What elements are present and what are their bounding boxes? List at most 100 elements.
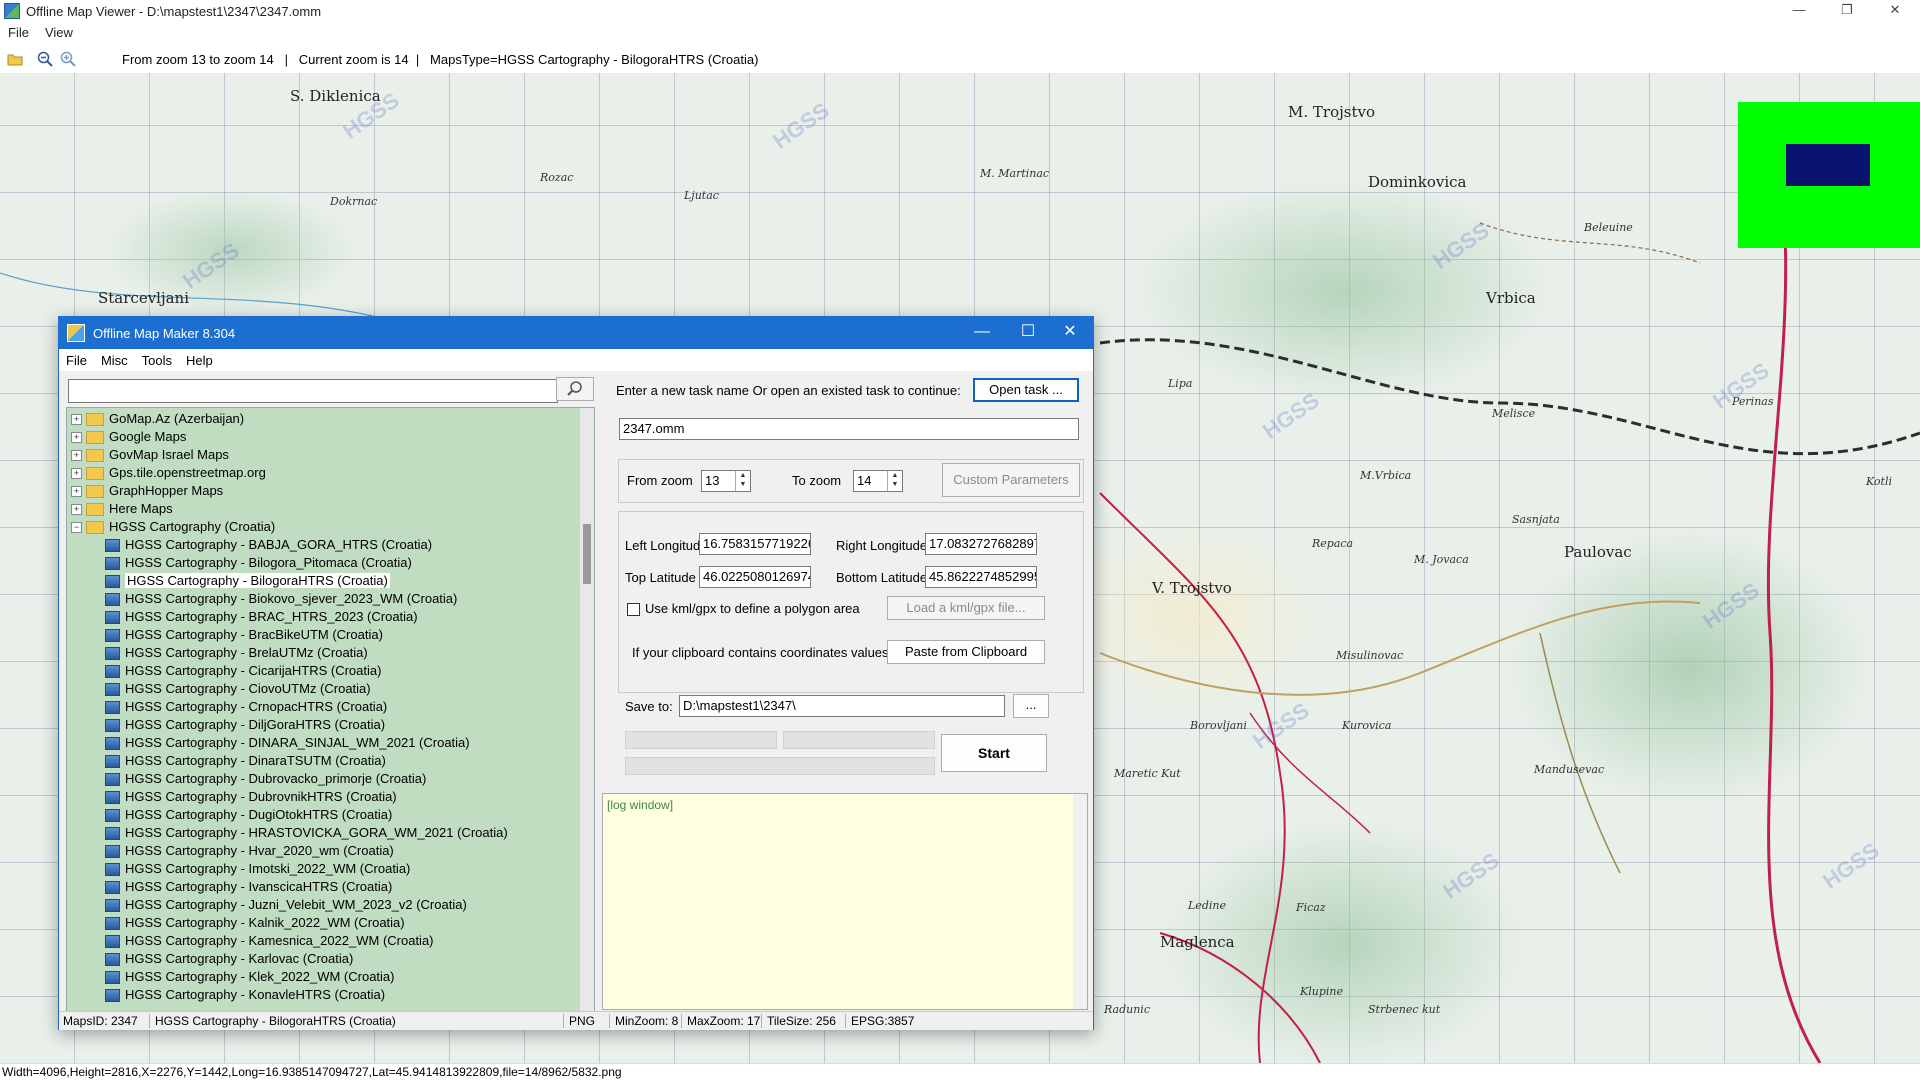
dialog-menu-misc[interactable]: Misc	[94, 353, 135, 368]
tree-folder[interactable]: + Here Maps	[71, 500, 173, 518]
tree-map-item[interactable]: HGSS Cartography - Biokovo_sjever_2023_W…	[105, 590, 457, 608]
left-longitude-field[interactable]: 16.7583157719226	[699, 533, 811, 555]
tree-map-item[interactable]: HGSS Cartography - CiovoUTMz (Croatia)	[105, 680, 371, 698]
tree-map-item[interactable]: HGSS Cartography - Kalnik_2022_WM (Croat…	[105, 914, 405, 932]
menu-file[interactable]: File	[0, 25, 37, 40]
bottom-latitude-field[interactable]: 45.8622274852995	[925, 566, 1037, 588]
tree-map-item[interactable]: HGSS Cartography - DiljGoraHTRS (Croatia…	[105, 716, 385, 734]
map-label: Sasnjata	[1512, 513, 1560, 526]
expand-icon[interactable]: +	[71, 450, 82, 462]
tree-map-item[interactable]: HGSS Cartography - Hvar_2020_wm (Croatia…	[105, 842, 394, 860]
overview-minimap[interactable]	[1738, 102, 1920, 248]
map-tile-icon	[105, 917, 120, 931]
from-zoom-spinner[interactable]: 13 ▲ ▼	[701, 470, 751, 492]
tree-map-item[interactable]: HGSS Cartography - Kamesnica_2022_WM (Cr…	[105, 932, 434, 950]
collapse-icon[interactable]: −	[71, 522, 82, 534]
tree-folder[interactable]: + Google Maps	[71, 428, 186, 446]
paste-clipboard-button[interactable]: Paste from Clipboard	[887, 640, 1045, 664]
tree-map-item[interactable]: HGSS Cartography - DugiOtokHTRS (Croatia…	[105, 806, 392, 824]
progress-bar-2	[783, 731, 935, 749]
overview-viewport[interactable]	[1786, 144, 1870, 186]
expand-icon[interactable]: +	[71, 414, 82, 426]
tree-map-item-label: HGSS Cartography - DinaraTSUTM (Croatia)	[125, 753, 386, 768]
right-longitude-field[interactable]: 17.0832727682897	[925, 533, 1037, 555]
map-tile-icon	[105, 629, 120, 643]
open-task-button[interactable]: Open task ...	[973, 378, 1079, 402]
log-scrollbar[interactable]	[1073, 794, 1087, 1009]
tree-map-item[interactable]: HGSS Cartography - Imotski_2022_WM (Croa…	[105, 860, 410, 878]
tree-map-item-label: HGSS Cartography - Juzni_Velebit_WM_2023…	[125, 897, 467, 912]
tree-map-item[interactable]: HGSS Cartography - Juzni_Velebit_WM_2023…	[105, 896, 467, 914]
map-label: Starcevljani	[98, 289, 190, 307]
map-label: Kotli	[1866, 475, 1893, 488]
top-latitude-field[interactable]: 46.0225080126974	[699, 566, 811, 588]
map-search-input[interactable]	[68, 379, 558, 403]
tree-folder[interactable]: + GraphHopper Maps	[71, 482, 223, 500]
zoom-out-icon[interactable]	[37, 51, 53, 67]
tree-folder[interactable]: + GoMap.Az (Azerbaijan)	[71, 410, 244, 428]
tree-map-item[interactable]: HGSS Cartography - Klek_2022_WM (Croatia…	[105, 968, 395, 986]
to-zoom-spinner[interactable]: 14 ▲ ▼	[853, 470, 903, 492]
tree-map-item[interactable]: HGSS Cartography - BrelaUTMz (Croatia)	[105, 644, 368, 662]
start-button[interactable]: Start	[941, 734, 1047, 772]
save-to-field[interactable]: D:\mapstest1\2347\	[679, 695, 1005, 717]
custom-parameters-button[interactable]: Custom Parameters	[942, 463, 1080, 497]
dialog-menu-help[interactable]: Help	[179, 353, 220, 368]
progress-bar-1	[625, 731, 777, 749]
map-tile-icon	[105, 773, 120, 787]
tree-map-item[interactable]: HGSS Cartography - Karlovac (Croatia)	[105, 950, 353, 968]
tree-scroll-thumb[interactable]	[583, 524, 591, 584]
tree-map-item[interactable]: HGSS Cartography - BRAC_HTRS_2023 (Croat…	[105, 608, 418, 626]
tree-map-item[interactable]: HGSS Cartography - BracBikeUTM (Croatia)	[105, 626, 383, 644]
expand-icon[interactable]: +	[71, 432, 82, 444]
tree-folder[interactable]: + Gps.tile.openstreetmap.org	[71, 464, 266, 482]
viewer-minimize-button[interactable]: —	[1776, 0, 1822, 22]
tree-map-item[interactable]: HGSS Cartography - BABJA_GORA_HTRS (Croa…	[105, 536, 432, 554]
tree-map-item[interactable]: HGSS Cartography - DinaraTSUTM (Croatia)	[105, 752, 386, 770]
menu-view[interactable]: View	[37, 25, 81, 40]
tree-map-item[interactable]: HGSS Cartography - Dubrovacko_primorje (…	[105, 770, 426, 788]
dialog-menu-file[interactable]: File	[59, 353, 94, 368]
tree-map-item[interactable]: HGSS Cartography - IvanscicaHTRS (Croati…	[105, 878, 392, 896]
map-label: M. Martinac	[980, 167, 1050, 180]
log-window[interactable]: [log window]	[602, 793, 1088, 1010]
tree-map-item[interactable]: HGSS Cartography - HRASTOVICKA_GORA_WM_2…	[105, 824, 508, 842]
expand-icon[interactable]: +	[71, 486, 82, 498]
tree-folder[interactable]: + GovMap Israel Maps	[71, 446, 229, 464]
tree-map-item-label: HGSS Cartography - Hvar_2020_wm (Croatia…	[125, 843, 394, 858]
zoom-in-icon[interactable]	[60, 51, 76, 67]
tree-map-item[interactable]: HGSS Cartography - KonavleHTRS (Croatia)	[105, 986, 385, 1004]
tree-map-item-label: HGSS Cartography - IvanscicaHTRS (Croati…	[125, 879, 393, 894]
viewer-restore-button[interactable]: ❐	[1824, 0, 1870, 22]
dialog-titlebar: Offline Map Maker 8.304 — ☐ ✕	[59, 317, 1093, 349]
tree-map-item[interactable]: HGSS Cartography - DubrovnikHTRS (Croati…	[105, 788, 397, 806]
tree-map-item[interactable]: HGSS Cartography - CicarijaHTRS (Croatia…	[105, 662, 381, 680]
tree-scrollbar[interactable]	[580, 408, 594, 1026]
open-folder-icon[interactable]	[7, 51, 23, 67]
from-zoom-spin-arrows[interactable]: ▲ ▼	[735, 471, 750, 491]
dialog-minimize-button[interactable]: —	[959, 317, 1005, 349]
map-type-tree[interactable]: + GoMap.Az (Azerbaijan) + Google Maps + GovMa…	[66, 407, 595, 1027]
load-kml-button[interactable]: Load a kml/gpx file...	[887, 596, 1045, 620]
dialog-menu-tools[interactable]: Tools	[135, 353, 179, 368]
tree-folder-label: HGSS Cartography (Croatia)	[109, 519, 276, 534]
map-search-button[interactable]	[556, 377, 594, 401]
to-zoom-spin-arrows[interactable]: ▲ ▼	[887, 471, 902, 491]
tree-map-item-label: HGSS Cartography - Biokovo_sjever_2023_W…	[125, 591, 458, 606]
folder-icon	[86, 503, 104, 517]
dialog-close-button[interactable]: ✕	[1047, 317, 1093, 349]
browse-folder-button[interactable]: ...	[1013, 694, 1049, 718]
expand-icon[interactable]: +	[71, 504, 82, 516]
tree-map-item[interactable]: HGSS Cartography - Bilogora_Pitomaca (Cr…	[105, 554, 412, 572]
kml-checkbox[interactable]	[627, 603, 640, 616]
task-name-field[interactable]: 2347.omm	[619, 418, 1079, 440]
tree-folder[interactable]: − HGSS Cartography (Croatia)	[71, 518, 275, 536]
tree-folder-label: Google Maps	[109, 429, 187, 444]
tree-map-item[interactable]: HGSS Cartography - BilogoraHTRS (Croatia…	[105, 572, 390, 590]
tree-map-item[interactable]: HGSS Cartography - DINARA_SINJAL_WM_2021…	[105, 734, 470, 752]
tree-map-item[interactable]: HGSS Cartography - CrnopacHTRS (Croatia)	[105, 698, 387, 716]
expand-icon[interactable]: +	[71, 468, 82, 480]
dialog-maximize-button[interactable]: ☐	[1005, 317, 1051, 349]
viewer-close-button[interactable]: ✕	[1872, 0, 1918, 22]
tree-map-item-label: HGSS Cartography - CicarijaHTRS (Croatia…	[125, 663, 382, 678]
